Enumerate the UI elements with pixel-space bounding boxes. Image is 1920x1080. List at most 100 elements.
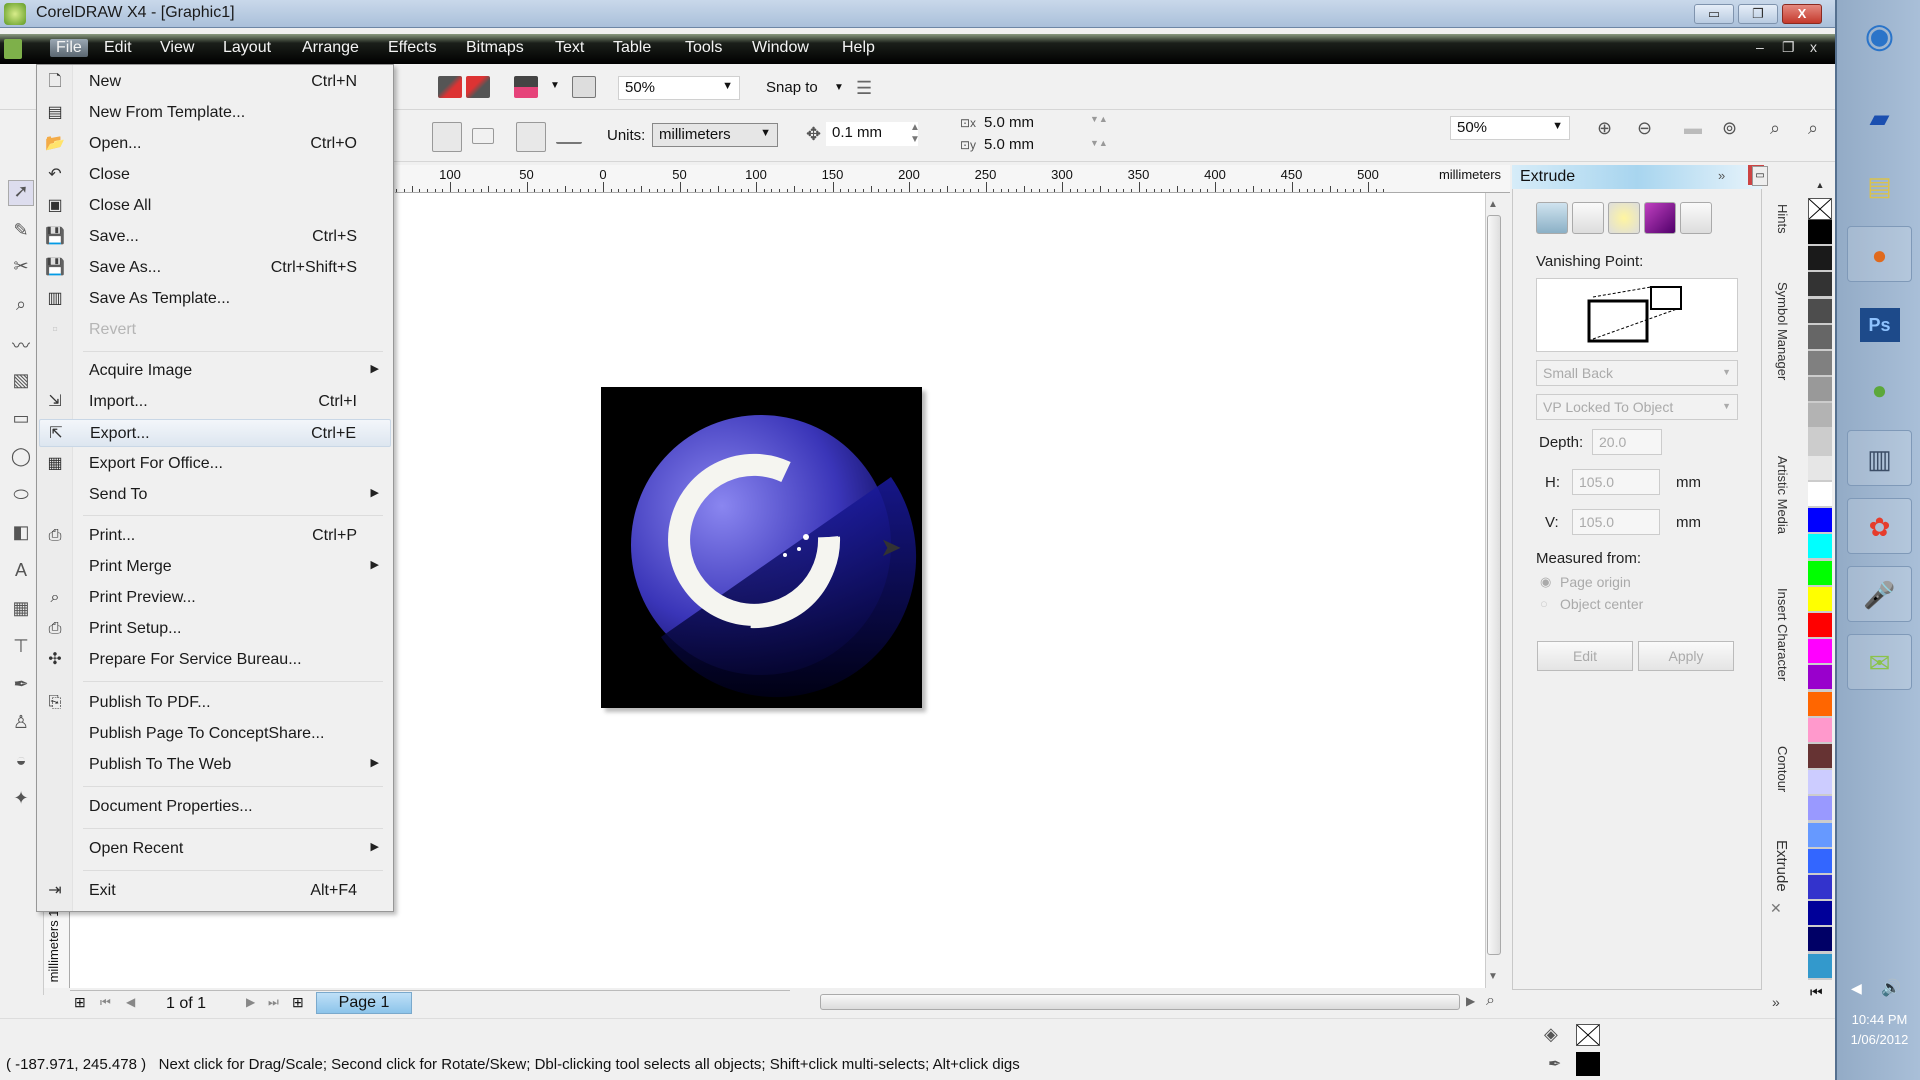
options-icon[interactable]: ☰ [856,78,872,99]
launcher-dropdown-icon[interactable]: ▼ [550,80,560,91]
microphone-icon[interactable]: 🎤 [1847,566,1912,622]
current-page-icon[interactable] [556,128,582,144]
zoom-to-page-icon[interactable]: ⌕ [1770,118,1780,139]
photoshop-icon[interactable]: Ps [1859,308,1900,342]
extrude-rotation-tab-icon[interactable] [1572,202,1604,234]
color-swatch[interactable] [1808,403,1832,428]
color-swatch[interactable] [1808,377,1832,402]
windows-start-icon[interactable]: ◉ [1847,8,1912,64]
landscape-icon[interactable] [472,128,494,144]
smart-fill-tool-icon[interactable]: ▧ [8,370,34,396]
color-swatch[interactable] [1808,770,1832,795]
video-editor-icon[interactable]: ▥ [1847,430,1912,486]
no-color-swatch[interactable] [1808,198,1832,220]
next-page-icon[interactable]: ▶ [246,995,255,1009]
crop-tool-icon[interactable]: ✂ [8,256,34,282]
file-menu-item-close[interactable]: ↶ Close [39,161,391,189]
palette-flyout-icon[interactable]: ⏮ [1810,984,1823,1001]
file-menu-item-print-preview[interactable]: ⌕ Print Preview... [39,584,391,612]
menu-help[interactable]: Help [842,39,875,57]
zoom-to-all-objects-icon[interactable]: ⊚ [1722,118,1737,139]
menu-tools[interactable]: Tools [685,39,722,57]
green-app-icon[interactable]: ✉ [1847,634,1912,690]
snap-to-dropdown-icon[interactable]: ▼ [834,82,844,93]
h-field[interactable]: 105.0 [1572,469,1660,495]
fill-tool-icon[interactable]: ◒ [8,750,34,776]
volume-icon[interactable]: 🔊 [1881,978,1901,998]
previous-page-icon[interactable]: ◀ [126,995,135,1009]
docker-minimize-icon[interactable]: ▭ [1752,166,1768,186]
color-swatch[interactable] [1808,246,1832,271]
menu-layout[interactable]: Layout [223,39,271,57]
basic-shapes-tool-icon[interactable]: ◧ [8,522,34,548]
palette-scroll-up-icon[interactable]: ▲ [1808,180,1832,196]
zoom-in-icon[interactable]: ⊕ [1597,118,1612,139]
file-menu-item-publish-to-the-web[interactable]: Publish To The Web ▶ [39,751,391,779]
vanishing-point-mode-select[interactable]: VP Locked To Object ▼ [1536,394,1738,420]
page-origin-radio[interactable]: ◉ [1540,574,1551,590]
coreldraw-app-icon[interactable] [4,3,26,25]
color-swatch[interactable] [1808,613,1832,637]
table-tool-icon[interactable]: ▦ [8,598,34,624]
import-icon[interactable] [438,76,462,98]
file-menu-item-import[interactable]: ⇲ Import... Ctrl+I [39,388,391,416]
scroll-down-icon[interactable]: ▼ [1488,971,1498,982]
zoom-tool-icon[interactable]: ⌕ [8,294,34,320]
color-swatch[interactable] [1808,639,1832,664]
zoom-to-page-width-icon[interactable]: ⌕ [1808,118,1818,139]
text-tool-icon[interactable]: A [8,560,34,586]
add-page-after-icon[interactable]: ⊞ [292,994,304,1011]
clock-time[interactable]: 10:44 PM [1837,1012,1920,1027]
color-swatch[interactable] [1808,272,1832,297]
application-launcher-icon[interactable] [514,76,538,98]
color-swatch[interactable] [1808,455,1832,480]
rectangle-tool-icon[interactable]: ▭ [8,408,34,434]
navigator-icon[interactable]: ⌕ [1486,992,1495,1010]
portrait-icon[interactable] [432,122,462,152]
file-menu-item-send-to[interactable]: Send To ▶ [39,481,391,509]
vertical-scroll-thumb[interactable] [1487,215,1501,955]
apply-button[interactable]: Apply [1638,641,1734,671]
color-swatch[interactable] [1808,691,1832,716]
scroll-up-icon[interactable]: ▲ [1488,199,1498,210]
file-menu-item-print[interactable]: ⎙ Print... Ctrl+P [39,522,391,550]
extrude-bevel-tab-icon[interactable] [1680,202,1712,234]
docker-expand-icon[interactable]: » [1718,168,1725,183]
color-swatch[interactable] [1808,560,1832,585]
show-hidden-icons[interactable]: ◀ [1851,980,1862,997]
doc-minimize-button[interactable]: – [1756,39,1764,55]
snap-to-button[interactable]: Snap to [766,79,818,96]
polygon-tool-icon[interactable]: ⬭ [8,484,34,510]
file-menu-item-publish-to-pdf[interactable]: ⎘ Publish To PDF... [39,689,391,717]
folder-icon[interactable]: ▤ [1847,158,1912,214]
color-swatch[interactable] [1808,927,1832,952]
menu-edit[interactable]: Edit [104,39,132,57]
file-menu-item-save-as[interactable]: 💾 Save As... Ctrl+Shift+S [39,254,391,282]
edit-button[interactable]: Edit [1537,641,1633,671]
horizontal-ruler[interactable]: 100 50 0 50 100 150 200 250 300 350 400 450 500 milli… [373,165,1510,193]
units-select[interactable]: millimeters ▼ [652,123,778,147]
outline-tool-icon[interactable]: ♙ [8,712,34,738]
extrude-lighting-tab-icon[interactable] [1608,202,1640,234]
color-swatch[interactable] [1808,665,1832,690]
file-menu-item-print-setup[interactable]: ⎙ Print Setup... [39,615,391,643]
color-swatch[interactable] [1808,848,1832,873]
extrude-camera-tab-icon[interactable] [1536,202,1568,234]
color-swatch[interactable] [1808,875,1832,899]
horizontal-scroll-thumb[interactable] [820,994,1460,1010]
file-menu-item-new[interactable]: 🗋 New Ctrl+N [39,68,391,96]
tab-extrude[interactable]: Extrude [1764,840,1790,892]
depth-field[interactable]: 20.0 [1592,429,1662,455]
object-center-radio[interactable]: ○ [1540,596,1548,611]
close-window-button[interactable]: X [1782,4,1822,24]
color-swatch[interactable] [1808,717,1832,742]
clock-date[interactable]: 1/06/2012 [1837,1032,1920,1047]
file-menu-item-prepare-for-service-bureau[interactable]: ✣ Prepare For Service Bureau... [39,646,391,674]
file-menu-item-document-properties[interactable]: Document Properties... [39,793,391,821]
close-tab-icon[interactable]: ✕ [1770,900,1782,917]
file-menu-item-open[interactable]: 📂 Open... Ctrl+O [39,130,391,158]
color-swatch[interactable] [1808,508,1832,533]
zoom-to-selected-icon[interactable]: ▬ [1684,118,1702,139]
minimize-button[interactable]: ▭ [1694,4,1734,24]
restore-button[interactable]: ❐ [1738,4,1778,24]
